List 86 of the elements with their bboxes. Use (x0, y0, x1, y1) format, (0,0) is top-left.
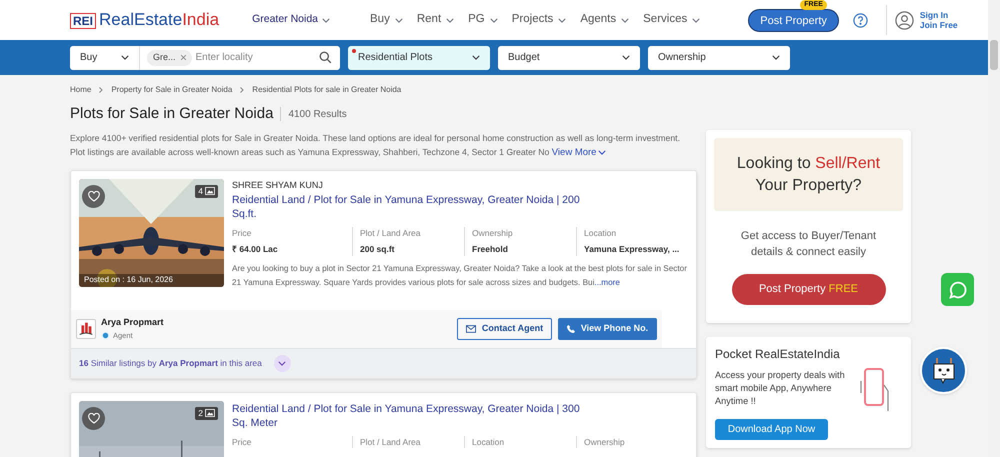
chevron-down-icon (772, 55, 780, 60)
breadcrumb-link[interactable]: Property for Sale in Greater Noida (111, 84, 232, 96)
chevron-down-icon (622, 55, 630, 60)
fact-label: Price (232, 436, 252, 448)
transaction-dropdown[interactable]: Buy (70, 46, 140, 70)
expand-button[interactable] (274, 354, 291, 372)
listing-title[interactable]: Reidential Land / Plot for Sale in Yamuna Expressway, Greater Noida | 300 Sq. Meter (232, 402, 587, 430)
nav-menu[interactable]: Buy (370, 11, 403, 29)
photo-count-badge[interactable]: 2 (195, 406, 218, 420)
heart-icon (88, 190, 100, 202)
nav-menu[interactable]: PG (468, 11, 498, 29)
nav-menu[interactable]: Agents (580, 11, 630, 29)
app-title: Pocket RealEstateIndia (715, 346, 841, 363)
locality-field[interactable]: Enter locality (196, 50, 296, 65)
mail-icon (466, 324, 476, 332)
chevron-down-icon (322, 18, 330, 22)
fact-value: Freehold (472, 242, 509, 256)
breadcrumb-link[interactable]: Home (70, 84, 92, 96)
chevron-down-icon (446, 18, 454, 22)
sign-in-link[interactable]: Sign In (920, 10, 958, 20)
page-title: Plots for Sale in Greater Noida (70, 104, 274, 124)
ownership-dropdown[interactable]: Ownership (648, 46, 790, 70)
fact-value: ₹ 64.00 Lac (232, 242, 279, 256)
contact-agent-button[interactable]: Contact Agent (457, 318, 552, 340)
logo-text[interactable]: RealEstateIndia (99, 11, 220, 29)
join-free-link[interactable]: Join Free (920, 20, 958, 30)
view-more-link[interactable]: View More (552, 146, 606, 160)
fact-label: Ownership (472, 227, 514, 240)
help-icon[interactable] (852, 12, 868, 28)
locality-chip[interactable]: Gre... (147, 50, 192, 66)
fact-label: Plot / Land Area (360, 227, 422, 240)
more-link[interactable]: ...more (594, 278, 620, 286)
promo-heading: Looking to Sell/Rent Your Property? (714, 138, 903, 211)
property-type-dropdown[interactable]: Residential Plots (348, 46, 490, 70)
results-count: 4100 Results (288, 108, 347, 122)
post-property-button[interactable]: Post Property (748, 9, 839, 32)
verified-badge-icon (101, 330, 110, 340)
chevron-down-icon (394, 18, 403, 22)
fact-label: Location (584, 227, 618, 240)
fact-label: Ownership (584, 436, 626, 448)
image-icon (205, 409, 215, 417)
nav-menu[interactable]: Services (643, 11, 700, 29)
search-icon[interactable] (319, 51, 332, 64)
nav-menu[interactable]: Projects (512, 11, 566, 29)
agent-logo (76, 318, 96, 338)
agent-name[interactable]: Arya Propmart (101, 316, 164, 330)
listing-title[interactable]: Reidential Land / Plot for Sale in Yamuna Expressway, Greater Noida | 200 Sq.ft. (232, 193, 587, 221)
city-selector[interactable]: Greater Noida (252, 12, 330, 28)
fact-label: Plot / Land Area (360, 436, 422, 448)
chevron-down-icon (121, 55, 129, 60)
promo-text: Get access to Buyer/Tenant details & connect easily (740, 229, 878, 260)
heart-icon (88, 412, 100, 424)
phone-icon (566, 324, 575, 332)
chevron-down-icon (490, 18, 498, 22)
nav-menu[interactable]: Rent (416, 11, 454, 29)
chevron-down-icon (692, 18, 700, 22)
chevron-right-icon (99, 87, 104, 93)
fact-value: 200 sq.ft (360, 242, 396, 256)
photo-count-badge[interactable]: 4 (195, 184, 218, 198)
posted-date: Posted on : 16 Jun, 2026 (79, 274, 224, 286)
listing-description: Are you looking to buy a plot in Sector 21 Yamuna Expressway, Greater Noida? Take a look at the best plots for sale in Sector 21 Yamuna Expressway. Square Yards provides various plots for sale across sizes and budgets. Bui...more (232, 262, 688, 289)
chatbot-button[interactable] (920, 347, 967, 394)
download-app-button[interactable]: Download App Now (715, 419, 828, 440)
chat-bubble-icon (946, 278, 968, 300)
app-text: Access your property deals with smart mobile App, Anywhere Anytime !! (715, 369, 845, 408)
close-icon[interactable] (180, 55, 186, 60)
fact-label: Location (472, 436, 506, 448)
chevron-down-icon (278, 360, 286, 366)
image-icon (205, 187, 215, 195)
similar-listings-text: 16 Similar listings by Arya Propmart in this area (79, 356, 262, 370)
scrollbar-thumb[interactable] (990, 40, 998, 70)
chevron-down-icon (598, 150, 606, 155)
project-name: SHREE SHYAM KUNJ (232, 178, 324, 192)
breadcrumb-link[interactable]: Residential Plots for sale in Greater Noida (252, 84, 402, 96)
budget-dropdown[interactable]: Budget (498, 46, 640, 70)
chevron-down-icon (558, 18, 566, 22)
description-text: Explore 4100+ verified residential plots for Sale in Greater Noida. These land options are ideal for personal home construction as well as long-term investment. Plot listings are available across well-known areas such as Yamuna Expressway, Shahberi, Techzone 4, Sector 1 Greater No View More (70, 132, 681, 160)
post-property-free-button[interactable]: Post Property FREE (732, 274, 886, 305)
fact-label: Price (232, 227, 252, 240)
user-icon[interactable] (894, 10, 914, 30)
logo-mark: REI (70, 13, 96, 29)
view-phone-button[interactable]: View Phone No. (558, 318, 657, 340)
chevron-down-icon (472, 55, 480, 60)
chevron-down-icon (621, 18, 630, 22)
fact-value: Yamuna Expressway, ... (584, 242, 680, 256)
chevron-right-icon (240, 87, 244, 93)
